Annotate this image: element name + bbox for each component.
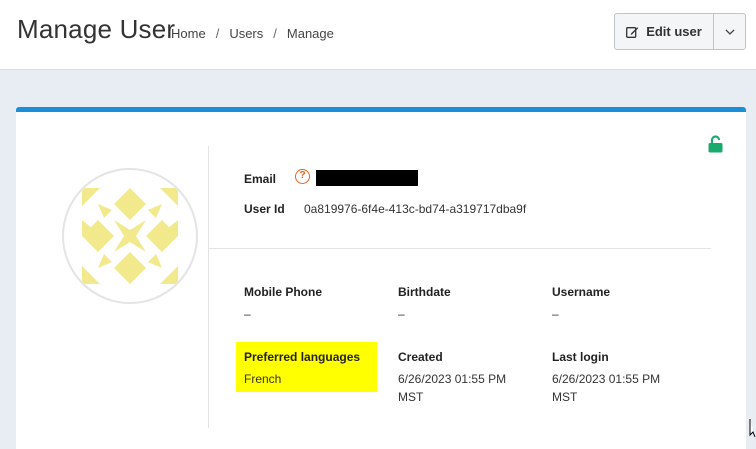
breadcrumb: Home / Users / Manage (171, 26, 334, 41)
email-label: Email (244, 172, 277, 186)
created-label: Created (398, 350, 443, 364)
horizontal-divider (209, 248, 711, 249)
username-label: Username (552, 285, 611, 299)
preferred-languages-label: Preferred languages (244, 350, 361, 364)
mouse-cursor-icon (749, 419, 756, 438)
avatar-identicon (82, 188, 178, 284)
edit-user-button-group: Edit user (614, 13, 746, 50)
breadcrumb-home[interactable]: Home (171, 26, 206, 41)
chevron-down-icon (725, 29, 734, 35)
mobile-phone-value: – (244, 307, 251, 321)
mobile-phone-label: Mobile Phone (244, 285, 322, 299)
pencil-square-icon (626, 26, 639, 38)
last-login-label: Last login (552, 350, 609, 364)
user-id-value: 0a819976-6f4e-413c-bd74-a319717dba9f (304, 202, 527, 216)
page-header: Manage User Home / Users / Manage Edit u… (0, 0, 756, 70)
edit-user-dropdown-toggle[interactable] (714, 14, 745, 49)
last-login-value: 6/26/2023 01:55 PM MST (552, 372, 661, 404)
username-value: – (552, 307, 559, 321)
created-value: 6/26/2023 01:55 PM MST (398, 372, 507, 404)
page-title: Manage User (17, 14, 176, 44)
breadcrumb-separator: / (273, 26, 277, 41)
user-profile-card: Email ? User Id 0a819976-6f4e-413c-bd74-… (16, 107, 746, 449)
edit-user-button[interactable]: Edit user (615, 14, 714, 49)
birthdate-value: – (398, 307, 405, 321)
vertical-divider (208, 146, 209, 428)
edit-user-label: Edit user (646, 24, 702, 39)
breadcrumb-users[interactable]: Users (229, 26, 263, 41)
question-circle-icon[interactable]: ? (295, 169, 310, 184)
preferred-languages-value: French (244, 372, 282, 386)
unlock-icon[interactable] (708, 135, 723, 153)
email-value-redacted (316, 170, 418, 186)
birthdate-label: Birthdate (398, 285, 451, 299)
user-id-label: User Id (244, 202, 285, 216)
avatar (62, 168, 198, 304)
breadcrumb-manage: Manage (286, 26, 334, 41)
breadcrumb-separator: / (215, 26, 220, 41)
